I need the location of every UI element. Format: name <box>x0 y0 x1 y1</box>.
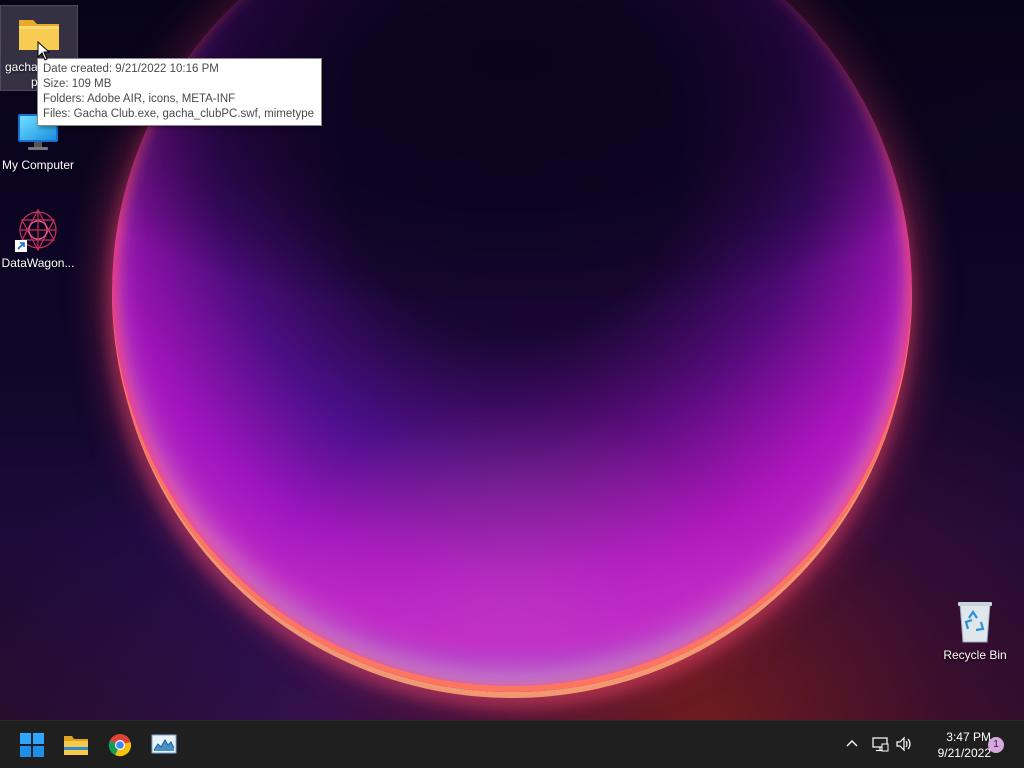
desktop[interactable]: gacha p My Computer DataWagon... Recycle… <box>0 0 1024 768</box>
tooltip-folders: Folders: Adobe AIR, icons, META-INF <box>43 93 236 105</box>
network-icon[interactable] <box>871 735 889 753</box>
wallpaper-shade <box>0 0 1024 300</box>
windows-start-icon <box>20 733 44 757</box>
recycle-bin-icon <box>951 598 999 646</box>
taskbar-clock[interactable]: 3:47 PM 9/21/2022 <box>915 729 991 761</box>
tooltip-size: Size: 109 MB <box>43 78 112 90</box>
desktop-icon-recycle-bin[interactable]: Recycle Bin <box>937 594 1013 664</box>
notification-badge[interactable]: 1 <box>988 737 1004 753</box>
datawagon-app-icon <box>14 206 62 254</box>
chevron-up-icon[interactable] <box>843 735 861 753</box>
clock-time: 3:47 PM <box>946 730 991 744</box>
taskbar-chrome-button[interactable] <box>104 729 136 761</box>
taskbar-task-manager-button[interactable] <box>148 729 180 761</box>
start-button[interactable] <box>16 729 48 761</box>
tooltip-date-created: Date created: 9/21/2022 10:16 PM <box>43 63 219 75</box>
mouse-cursor-icon <box>37 41 51 61</box>
chrome-icon <box>108 734 131 757</box>
desktop-icon-label: Recycle Bin <box>943 648 1007 662</box>
tooltip-files: Files: Gacha Club.exe, gacha_clubPC.swf,… <box>43 108 315 120</box>
file-info-tooltip: Date created: 9/21/2022 10:16 PM Size: 1… <box>37 58 322 126</box>
clock-date: 9/21/2022 <box>937 746 991 760</box>
taskbar-file-explorer-button[interactable] <box>60 729 92 761</box>
desktop-icon-label: My Computer <box>1 158 75 172</box>
desktop-icon-datawagon[interactable]: DataWagon... <box>0 202 76 272</box>
task-manager-icon <box>151 734 177 754</box>
file-explorer-icon <box>64 736 88 755</box>
desktop-icon-label: DataWagon... <box>1 256 75 270</box>
volume-icon[interactable] <box>895 735 913 753</box>
taskbar: 3:47 PM 9/21/2022 1 <box>0 720 1024 768</box>
